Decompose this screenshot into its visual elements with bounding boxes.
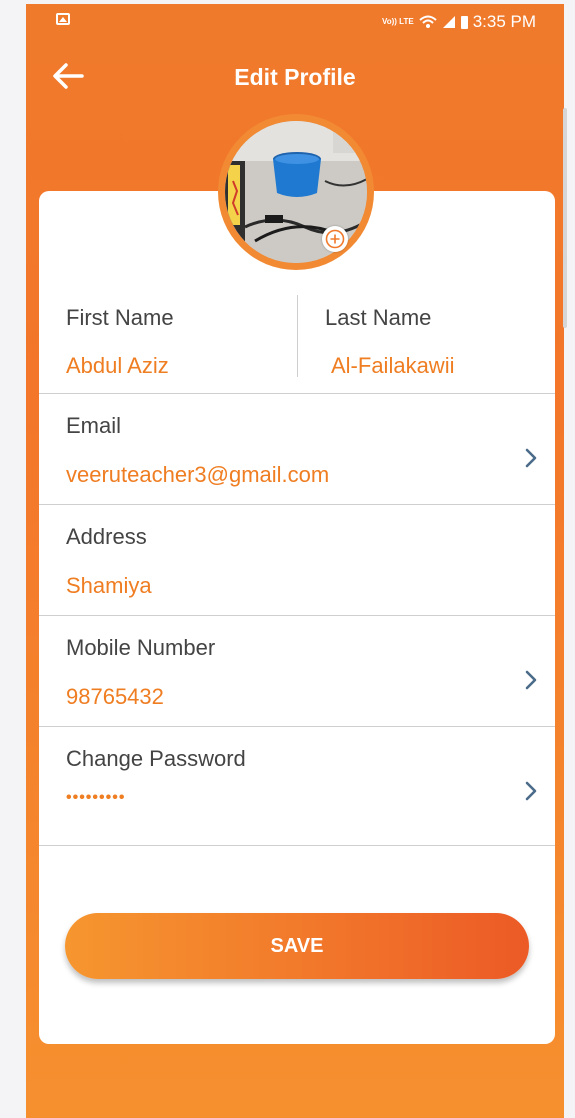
app-bar: Edit Profile xyxy=(26,40,564,114)
password-row[interactable]: Change Password ••••••••• xyxy=(39,727,555,846)
chevron-right-icon[interactable] xyxy=(521,779,541,803)
signal-icon xyxy=(442,16,455,28)
mobile-row[interactable]: Mobile Number 98765432 xyxy=(39,616,555,727)
phone-screen: Vo)) LTE 3:35 PM Edit Profile First Name… xyxy=(26,4,564,1118)
last-name-label: Last Name xyxy=(325,305,432,330)
address-value: Shamiya xyxy=(66,573,152,598)
battery-icon xyxy=(460,15,468,29)
plus-circle-icon xyxy=(325,229,345,249)
add-photo-button[interactable] xyxy=(322,226,348,252)
address-label: Address xyxy=(66,524,147,549)
password-value: ••••••••• xyxy=(66,789,126,806)
chevron-right-icon[interactable] xyxy=(521,668,541,692)
profile-photo-frame[interactable] xyxy=(218,114,374,270)
status-icons: Vo)) LTE 3:35 PM xyxy=(382,12,536,32)
page-title: Edit Profile xyxy=(234,64,356,90)
last-name-field[interactable]: Last Name Al-Failakawii xyxy=(298,295,555,385)
first-name-value: Abdul Aziz xyxy=(66,353,169,378)
volte-icon: Vo)) LTE xyxy=(381,17,414,26)
email-value: veeruteacher3@gmail.com xyxy=(66,462,330,487)
mobile-label: Mobile Number xyxy=(66,635,216,660)
status-bar: Vo)) LTE 3:35 PM xyxy=(26,4,564,40)
last-name-value: Al-Failakawii xyxy=(331,353,455,378)
wifi-icon xyxy=(419,15,437,28)
email-row[interactable]: Email veeruteacher3@gmail.com xyxy=(39,394,555,505)
mobile-value: 98765432 xyxy=(66,684,164,709)
first-name-label: First Name xyxy=(66,305,174,330)
email-label: Email xyxy=(66,413,122,438)
scrollbar[interactable] xyxy=(563,108,567,328)
chevron-right-icon[interactable] xyxy=(521,446,541,470)
address-row[interactable]: Address Shamiya xyxy=(39,505,555,616)
first-name-field[interactable]: First Name Abdul Aziz xyxy=(39,295,297,385)
save-button[interactable]: SAVE xyxy=(65,913,529,979)
gallery-notification-icon xyxy=(56,13,70,25)
password-label: Change Password xyxy=(66,746,246,771)
profile-form-card: First Name Abdul Aziz Last Name Al-Faila… xyxy=(39,191,555,1044)
status-time: 3:35 PM xyxy=(472,12,536,31)
